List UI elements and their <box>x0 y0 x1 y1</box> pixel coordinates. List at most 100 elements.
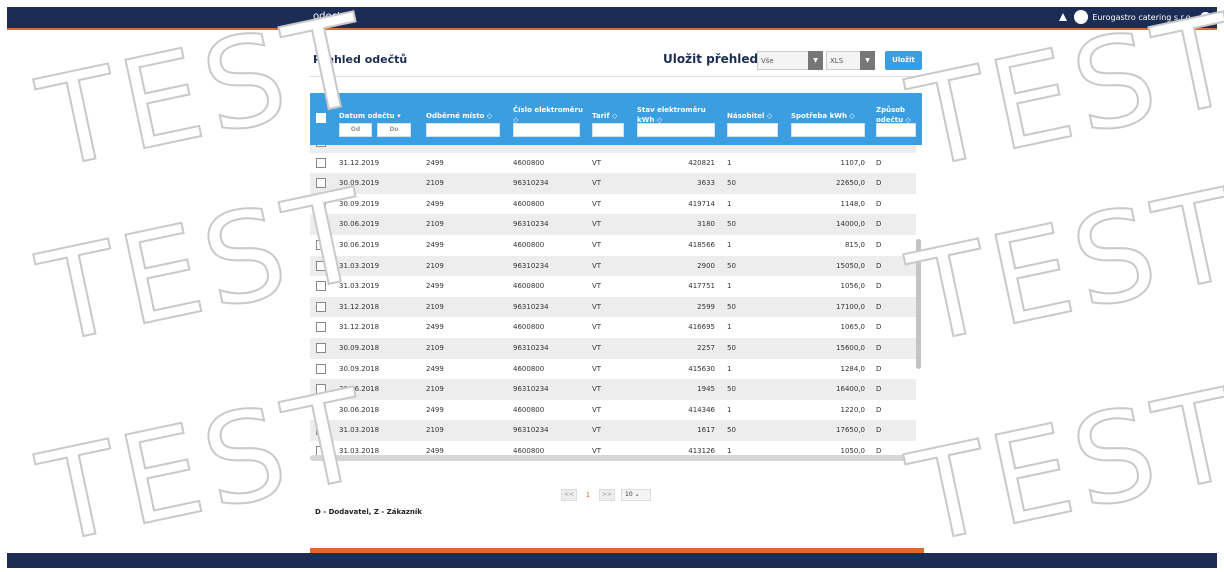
current-page[interactable]: 1 <box>583 491 593 499</box>
filter-tarif[interactable] <box>592 123 624 137</box>
warning-icon[interactable] <box>1059 13 1068 21</box>
chevron-down-icon[interactable]: ▼ <box>1200 11 1211 23</box>
row-checkbox[interactable] <box>316 219 326 230</box>
table-row[interactable]: 31.03.2018 2499 4600800 VT 413126 1 1050,0 D <box>310 441 916 456</box>
cell-stav: 3633 <box>697 179 715 188</box>
header-stav-elektromeru[interactable]: Stav elektroměru kWh ◇ <box>637 105 717 125</box>
table-row[interactable]: 31.03.2018 2109 96310234 VT 1617 50 17650,0 D <box>310 420 916 441</box>
filter-odberne-misto[interactable] <box>426 123 500 137</box>
row-checkbox[interactable] <box>316 260 326 271</box>
row-checkbox[interactable] <box>316 384 326 395</box>
legend: D - Dodavatel, Z - Zákazník <box>315 508 422 516</box>
row-checkbox[interactable] <box>316 425 326 436</box>
header-cislo-elektromeru[interactable]: Číslo elektroměru ◇ <box>513 105 583 125</box>
header-nasobitel[interactable]: Násobitel ◇ <box>727 112 772 120</box>
cell-zpusob: D <box>876 344 882 352</box>
cell-zpusob: D <box>876 405 882 414</box>
next-page-button[interactable]: >> <box>599 489 615 501</box>
table-row[interactable]: 30.09.2018 2499 4600800 VT 415630 1 1284,0 D <box>310 359 916 380</box>
select-all-checkbox[interactable] <box>316 113 326 123</box>
filter-stav-elektromeru[interactable] <box>637 123 715 137</box>
cell-datum: 31.12.2018 <box>339 302 380 311</box>
cell-tarif: VT <box>592 323 602 332</box>
cell-datum: 31.12.2019 <box>339 158 380 167</box>
header-odberne-misto[interactable]: Odběrné místo ◇ <box>426 112 492 120</box>
row-checkbox[interactable] <box>316 157 326 168</box>
cell-nasobitel: 1 <box>727 364 732 373</box>
divider <box>310 76 924 77</box>
cell-datum: 30.09.2019 <box>339 199 380 208</box>
filter-cislo-elektromeru[interactable] <box>513 123 580 137</box>
row-checkbox[interactable] <box>316 404 326 415</box>
cell-nasobitel: 1 <box>727 241 732 249</box>
cell-zpusob: D <box>876 282 882 291</box>
table-row[interactable]: 31.03.2019 2109 96310234 VT 2900 50 15050,0 D <box>310 255 916 277</box>
table-row[interactable]: 30.06.2018 2499 4600800 VT 414346 1 1220,0 D <box>310 400 916 421</box>
table-row[interactable]: 31.12.2018 2499 4600800 VT 416695 1 1065,0 D <box>310 317 916 338</box>
table-row[interactable]: 30.09.2019 2109 96310234 VT 3633 50 22650,0 D <box>310 173 916 194</box>
cell-nasobitel: 1 <box>727 405 732 414</box>
cell-zpusob: D <box>876 158 882 167</box>
table-row[interactable]: 31.03.2019 2499 4600800 VT 417751 1 1056,0 D <box>310 276 916 297</box>
chevron-down-icon[interactable]: ▼ <box>808 51 823 70</box>
cell-cislo-elektromeru: 96310234 <box>513 261 549 270</box>
cell-odberne-misto: 2499 <box>426 447 444 455</box>
cell-tarif: VT <box>592 220 602 229</box>
cell-spotreba: 1107,0 <box>840 158 866 167</box>
row-checkbox[interactable] <box>316 363 326 374</box>
cell-cislo-elektromeru: 96310234 <box>513 426 549 435</box>
header-tarif[interactable]: Tarif ◇ <box>592 112 617 120</box>
cell-nasobitel: 1 <box>727 282 732 291</box>
table-row[interactable]: 30.09.2018 2109 96310234 VT 2257 50 15600,0 D <box>310 338 916 359</box>
cell-cislo-elektromeru: 96310234 <box>513 344 549 352</box>
cell-nasobitel: 50 <box>727 220 736 229</box>
table-row[interactable]: 30.06.2019 2499 4600800 VT 418566 1 815,0 D <box>310 235 916 256</box>
save-button[interactable]: Uložit <box>885 51 922 70</box>
date-from-input[interactable]: Od <box>339 123 372 137</box>
table-row[interactable]: 31.12.2019 2499 4600800 VT 420821 1 1107,0 D <box>310 153 916 174</box>
cell-tarif: VT <box>592 261 602 270</box>
row-checkbox[interactable] <box>316 178 326 189</box>
row-checkbox[interactable] <box>316 198 326 209</box>
cell-spotreba: 17100,0 <box>836 302 865 311</box>
chevron-down-icon[interactable]: ▼ <box>860 51 875 70</box>
table-row[interactable]: 30.06.2018 2109 96310234 VT 1945 50 16400,0 D <box>310 379 916 400</box>
table-row[interactable]: 30.06.2019 2109 96310234 VT 3180 50 14000,0 D <box>310 214 916 235</box>
prev-page-button[interactable]: << <box>561 489 577 501</box>
scope-select[interactable]: Vše ▼ <box>757 51 823 70</box>
date-to-input[interactable]: Do <box>377 123 411 137</box>
vertical-scrollbar[interactable] <box>916 239 921 369</box>
user-menu[interactable]: Eurogastro catering s.r.o. ▼ <box>1059 10 1211 24</box>
table-row[interactable]: 30.09.2019 2499 4600800 VT 419714 1 1148,0 D <box>310 194 916 215</box>
row-checkbox[interactable] <box>316 343 326 353</box>
chevron-down-icon: ⌄ <box>634 491 640 498</box>
filter-zpusob-odectu[interactable] <box>876 123 916 137</box>
avatar[interactable] <box>1074 10 1089 24</box>
horizontal-scrollbar[interactable] <box>310 455 908 461</box>
cell-datum: 30.09.2018 <box>339 364 380 373</box>
filter-nasobitel[interactable] <box>727 123 778 137</box>
cell-spotreba: 22650,0 <box>836 179 865 188</box>
cell-zpusob: D <box>876 364 882 373</box>
row-checkbox[interactable] <box>316 301 326 312</box>
cell-spotreba: 15600,0 <box>836 344 865 352</box>
table-row[interactable]: 31.12.2018 2109 96310234 VT 2599 50 17100,0 D <box>310 296 916 318</box>
company-name[interactable]: Eurogastro catering s.r.o. <box>1092 13 1193 22</box>
page-size-select[interactable]: 10 ⌄ <box>621 489 651 501</box>
save-overview-label: Uložit přehled <box>663 52 759 66</box>
cell-cislo-elektromeru: 4600800 <box>513 364 545 373</box>
header-zpusob-odectu[interactable]: Způsob odečtu ◇ <box>876 105 920 125</box>
cell-cislo-elektromeru: 96310234 <box>513 179 549 188</box>
row-checkbox[interactable] <box>316 322 326 333</box>
format-select[interactable]: XLS ▼ <box>826 51 875 70</box>
row-checkbox[interactable] <box>316 240 326 250</box>
cell-odberne-misto: 2499 <box>426 241 444 249</box>
app-title: odecty <box>313 11 347 22</box>
row-checkbox[interactable] <box>316 281 326 292</box>
cell-datum: 31.03.2018 <box>339 426 380 435</box>
filter-spotreba[interactable] <box>791 123 865 137</box>
cell-stav: 414346 <box>688 405 715 414</box>
header-datum[interactable]: Datum odečtu ▾ <box>339 112 401 120</box>
cell-tarif: VT <box>592 199 602 208</box>
header-spotreba[interactable]: Spotřeba kWh ◇ <box>791 112 855 120</box>
